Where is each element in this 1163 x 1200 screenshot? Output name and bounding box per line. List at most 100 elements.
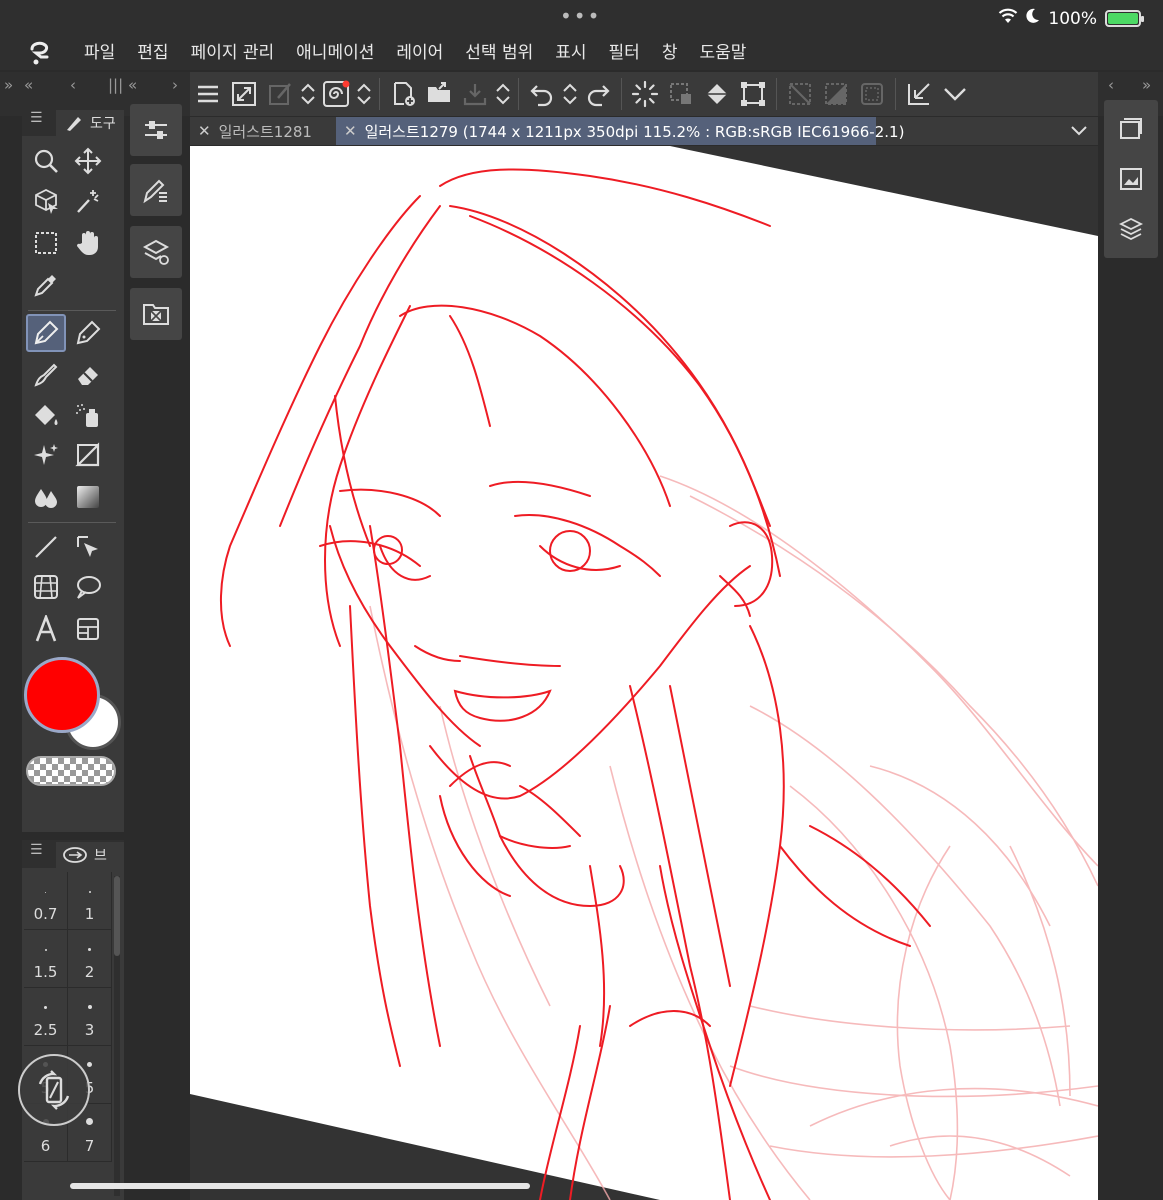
- menu-view[interactable]: 표시: [555, 36, 586, 70]
- battery-icon: [1105, 10, 1144, 27]
- document-tab-bar: ✕ 일러스트1281 ✕ 일러스트1279 (1744 x 1211px 350…: [190, 117, 1098, 145]
- figure-tool[interactable]: [26, 528, 66, 566]
- tab-illust-1279[interactable]: ✕ 일러스트1279 (1744 x 1211px 350dpi 115.2% …: [336, 117, 904, 145]
- canvas-drawing[interactable]: [190, 146, 1098, 1200]
- menu-help[interactable]: 도움말: [699, 36, 746, 70]
- palette-menu-icon[interactable]: ☰: [30, 110, 43, 126]
- open-folder-icon[interactable]: [421, 76, 457, 112]
- ruler-tool[interactable]: [68, 436, 108, 474]
- brush-tool[interactable]: [26, 356, 66, 394]
- brush-size-scrollbar[interactable]: [114, 876, 120, 1196]
- tab-illust-1281[interactable]: ✕ 일러스트1281: [190, 117, 334, 145]
- letter-a-icon: [35, 615, 57, 642]
- loading-spinner-icon[interactable]: [627, 76, 663, 112]
- material-button[interactable]: [130, 288, 182, 340]
- record-spiral-icon[interactable]: [318, 76, 354, 112]
- layer-palette-button[interactable]: [1116, 214, 1146, 244]
- canvas-area[interactable]: [190, 146, 1098, 1200]
- chevron-down-icon[interactable]: [937, 76, 973, 112]
- menu-animation[interactable]: 애니메이션: [296, 36, 374, 70]
- menu-layer[interactable]: 레이어: [396, 36, 443, 70]
- pen-tool-active[interactable]: [26, 314, 66, 352]
- airbrush-tool[interactable]: [68, 396, 108, 434]
- menu-file[interactable]: 파일: [84, 36, 115, 70]
- expand-left-icon[interactable]: »: [4, 76, 13, 94]
- wifi-icon: [998, 8, 1018, 29]
- hand-icon: [76, 231, 98, 255]
- brush-size-option[interactable]: 1.5: [24, 930, 68, 988]
- brush-size-option[interactable]: 2.5: [24, 988, 68, 1046]
- menu-page-management[interactable]: 페이지 관리: [191, 36, 275, 70]
- zoom-tool[interactable]: [26, 142, 66, 180]
- layer-settings-icon: [142, 239, 170, 265]
- collapse-left-icon[interactable]: «: [24, 76, 33, 94]
- pencil-nib-icon: [76, 320, 101, 345]
- magnifier-icon: [34, 149, 58, 173]
- menu-filter[interactable]: 필터: [609, 36, 640, 70]
- hand-tool[interactable]: [68, 224, 108, 262]
- brush-size-option[interactable]: 0.7: [24, 872, 68, 930]
- brush-size-option[interactable]: 3: [68, 988, 112, 1046]
- pencil-tool[interactable]: [68, 314, 108, 352]
- collapse-subtool-icon[interactable]: «: [128, 76, 137, 94]
- edge-keyboard-button[interactable]: [18, 1054, 90, 1126]
- fill-tool[interactable]: [26, 396, 66, 434]
- decoration-tool[interactable]: [26, 436, 66, 474]
- undo-icon[interactable]: [524, 76, 560, 112]
- fill-bucket-icon[interactable]: [699, 76, 735, 112]
- fit-screen-icon[interactable]: [226, 76, 262, 112]
- tool-property-button[interactable]: [130, 104, 182, 156]
- text-tool[interactable]: [26, 610, 66, 648]
- blend-tool[interactable]: [26, 478, 66, 516]
- correct-line-tool[interactable]: [68, 610, 108, 648]
- chevron-left-icon[interactable]: ‹: [70, 76, 76, 94]
- scrollbar-thumb[interactable]: [114, 876, 120, 956]
- updown-arrows-icon[interactable]: [354, 76, 374, 112]
- sub-tool-button[interactable]: [130, 164, 182, 216]
- frame-border-tool[interactable]: [26, 568, 66, 606]
- transparent-color-swatch[interactable]: [26, 756, 116, 786]
- brush-size-option[interactable]: 2: [68, 930, 112, 988]
- object-tool[interactable]: [26, 182, 66, 220]
- palette-menu-icon[interactable]: ☰: [30, 842, 43, 858]
- gradient-tool[interactable]: [68, 478, 108, 516]
- balloon-tool[interactable]: [68, 568, 108, 606]
- multitasking-dots[interactable]: •••: [560, 4, 601, 28]
- chevron-left-right-panel-icon[interactable]: ‹: [1108, 76, 1114, 94]
- updown-arrows-icon[interactable]: [298, 76, 318, 112]
- menu-window[interactable]: 창: [662, 36, 678, 70]
- expand-right-icon[interactable]: »: [1142, 76, 1151, 94]
- transform-icon[interactable]: [735, 76, 771, 112]
- updown-arrows-icon[interactable]: [493, 76, 513, 112]
- auto-select-tool[interactable]: [68, 182, 108, 220]
- chevron-right-icon[interactable]: ›: [172, 76, 178, 94]
- move-tool[interactable]: [68, 142, 108, 180]
- close-icon[interactable]: ✕: [344, 122, 357, 140]
- brush-icon: [34, 363, 58, 387]
- eraser-tool[interactable]: [68, 356, 108, 394]
- new-document-icon[interactable]: [385, 76, 421, 112]
- close-icon[interactable]: ✕: [198, 122, 211, 140]
- move-arrows-icon: [74, 147, 102, 175]
- home-indicator[interactable]: [70, 1183, 530, 1189]
- updown-arrows-icon[interactable]: [560, 76, 580, 112]
- panel-divider-icon[interactable]: |||: [108, 76, 123, 94]
- menu-selection[interactable]: 선택 범위: [465, 36, 533, 70]
- operation-tool[interactable]: [68, 528, 108, 566]
- brush-size-tab[interactable]: 브: [56, 842, 124, 868]
- selection-launcher-icon[interactable]: [901, 76, 937, 112]
- eyedropper-tool[interactable]: [26, 266, 66, 304]
- tab-list-chevron-down-icon[interactable]: [1070, 119, 1088, 145]
- selection-tool[interactable]: [26, 224, 66, 262]
- brush-size-option[interactable]: 1: [68, 872, 112, 930]
- redo-icon[interactable]: [580, 76, 616, 112]
- main-color-swatch[interactable]: [24, 657, 100, 733]
- clip-studio-logo-icon[interactable]: [20, 36, 62, 70]
- deselect-disabled-icon: [782, 76, 818, 112]
- image-viewer-button[interactable]: [1116, 164, 1146, 194]
- tool-palette-tab[interactable]: 도구: [56, 110, 124, 136]
- menu-edit[interactable]: 편집: [137, 36, 168, 70]
- hamburger-menu-icon[interactable]: [190, 76, 226, 112]
- navigator-button[interactable]: [1116, 114, 1146, 144]
- layer-property-button[interactable]: [130, 226, 182, 278]
